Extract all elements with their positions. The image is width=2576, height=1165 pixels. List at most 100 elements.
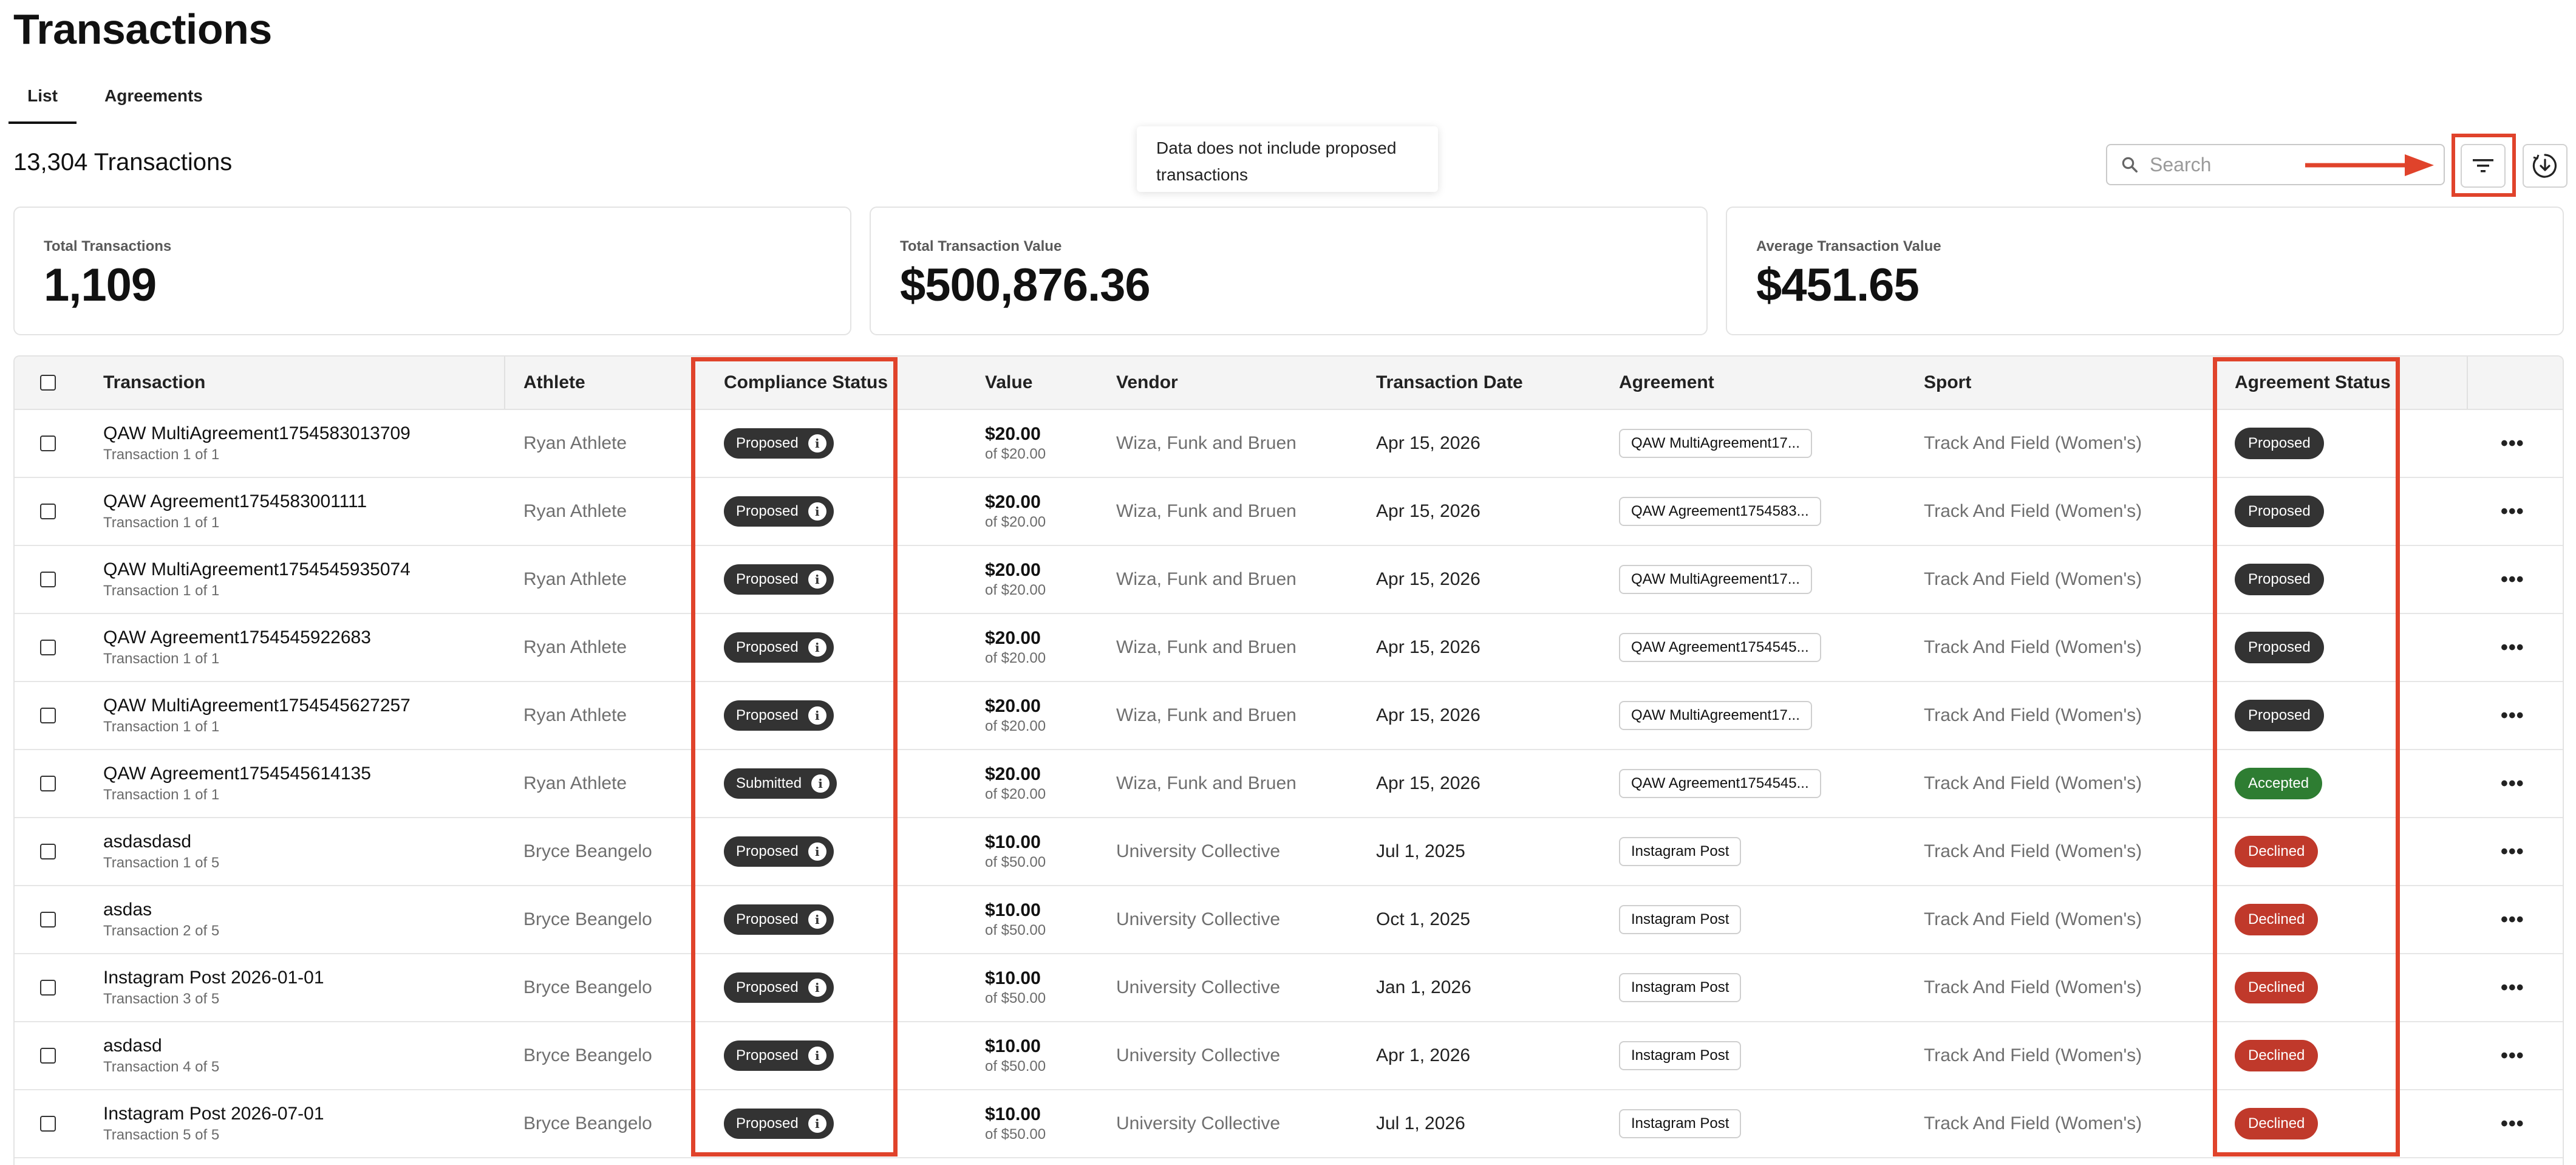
sport-name: Track And Field (Women's) <box>1924 773 2142 793</box>
transaction-name[interactable]: asdas <box>103 900 219 920</box>
agreement-chip[interactable]: Instagram Post <box>1619 973 1742 1002</box>
transaction-name[interactable]: QAW Agreement1754545614135 <box>103 764 371 784</box>
tab-agreements[interactable]: Agreements <box>85 86 222 124</box>
info-icon[interactable]: i <box>808 1115 826 1133</box>
info-icon[interactable]: i <box>808 910 826 929</box>
transaction-name[interactable]: asdasdasd <box>103 832 219 852</box>
more-actions-icon[interactable]: ••• <box>2501 772 2524 796</box>
row-checkbox[interactable] <box>40 504 56 519</box>
agreement-status-badge: Proposed <box>2235 632 2324 663</box>
athlete-cell: Bryce Beangelo <box>523 818 652 885</box>
table-row[interactable]: QAW Agreement1754583001111 Transaction 1 … <box>15 478 2563 546</box>
row-checkbox[interactable] <box>40 436 56 451</box>
info-icon[interactable]: i <box>808 434 826 453</box>
more-actions-icon[interactable]: ••• <box>2501 704 2524 728</box>
more-actions-icon[interactable]: ••• <box>2501 432 2524 456</box>
transaction-name[interactable]: QAW Agreement1754545922683 <box>103 627 371 648</box>
table-row[interactable]: Instagram Post 2026-01-01 Transaction 3 o… <box>15 954 2563 1022</box>
athlete-name: Ryan Athlete <box>523 569 627 589</box>
agreement-chip[interactable]: QAW MultiAgreement17... <box>1619 701 1812 730</box>
header-transaction-date[interactable]: Transaction Date <box>1376 357 1523 409</box>
header-agreement[interactable]: Agreement <box>1619 357 1714 409</box>
table-row[interactable]: asdasdasd Transaction 1 of 5 Bryce Beangel… <box>15 818 2563 886</box>
table-row[interactable]: QAW Agreement1754545922683 Transaction 1 … <box>15 614 2563 682</box>
row-checkbox[interactable] <box>40 572 56 587</box>
select-all-checkbox[interactable] <box>40 375 56 391</box>
table-header: Transaction Athlete Compliance Status Va… <box>15 357 2563 410</box>
info-icon[interactable]: i <box>808 842 826 861</box>
header-agreement-status[interactable]: Agreement Status <box>2235 357 2391 409</box>
row-checkbox[interactable] <box>40 1048 56 1064</box>
more-actions-icon[interactable]: ••• <box>2501 636 2524 660</box>
more-actions-icon[interactable]: ••• <box>2501 1112 2524 1136</box>
more-actions-icon[interactable]: ••• <box>2501 500 2524 524</box>
download-icon <box>2532 154 2557 178</box>
transaction-name[interactable]: QAW MultiAgreement1754545627257 <box>103 695 411 716</box>
row-checkbox[interactable] <box>40 980 56 996</box>
info-icon[interactable]: i <box>811 774 830 793</box>
transaction-name[interactable]: Instagram Post 2026-01-01 <box>103 968 324 988</box>
transaction-name[interactable]: asdasd <box>103 1036 219 1056</box>
row-checkbox[interactable] <box>40 844 56 859</box>
info-icon[interactable]: i <box>808 706 826 725</box>
agreement-chip[interactable]: QAW Agreement1754545... <box>1619 633 1821 662</box>
table-row[interactable]: QAW MultiAgreement1754583013709 Transacti… <box>15 410 2563 478</box>
actions-cell: ••• <box>2501 682 2524 749</box>
transaction-value: $20.00 <box>985 492 1041 512</box>
tab-list[interactable]: List <box>9 86 77 124</box>
header-sport[interactable]: Sport <box>1924 357 1971 409</box>
row-checkbox[interactable] <box>40 708 56 723</box>
vendor-cell: Wiza, Funk and Bruen <box>1116 546 1297 613</box>
more-actions-icon[interactable]: ••• <box>2501 568 2524 592</box>
agreement-chip[interactable]: Instagram Post <box>1619 1109 1742 1138</box>
agreement-chip[interactable]: Instagram Post <box>1619 1041 1742 1070</box>
agreement-chip[interactable]: Instagram Post <box>1619 905 1742 934</box>
table-row[interactable]: QAW Agreement1754545614135 Transaction 1 … <box>15 750 2563 818</box>
transaction-total-value: of $20.00 <box>985 786 1046 802</box>
export-button[interactable] <box>2523 144 2567 188</box>
sport-cell: Track And Field (Women's) <box>1924 410 2142 477</box>
sport-cell: Track And Field (Women's) <box>1924 954 2142 1021</box>
more-actions-icon[interactable]: ••• <box>2501 1044 2524 1068</box>
agreement-status-cell: Proposed <box>2235 546 2324 613</box>
row-checkbox[interactable] <box>40 912 56 928</box>
agreement-chip[interactable]: QAW Agreement1754583... <box>1619 497 1821 526</box>
agreement-chip[interactable]: QAW MultiAgreement17... <box>1619 565 1812 594</box>
header-vendor[interactable]: Vendor <box>1116 357 1178 409</box>
transaction-name[interactable]: QAW Agreement1754583001111 <box>103 491 367 512</box>
header-athlete[interactable]: Athlete <box>523 357 585 409</box>
compliance-status-label: Proposed <box>736 911 799 928</box>
athlete-cell: Ryan Athlete <box>523 614 627 681</box>
info-icon[interactable]: i <box>808 1047 826 1065</box>
agreement-chip[interactable]: QAW Agreement1754545... <box>1619 769 1821 798</box>
transaction-name[interactable]: QAW MultiAgreement1754545935074 <box>103 559 411 580</box>
table-row[interactable]: QAW MultiAgreement1754545627257 Transacti… <box>15 682 2563 750</box>
transaction-value: $20.00 <box>985 696 1041 716</box>
header-transaction[interactable]: Transaction <box>103 357 205 409</box>
more-actions-icon[interactable]: ••• <box>2501 908 2524 932</box>
row-checkbox[interactable] <box>40 1116 56 1132</box>
transaction-name[interactable]: Instagram Post 2026-07-01 <box>103 1104 324 1124</box>
more-actions-icon[interactable]: ••• <box>2501 840 2524 864</box>
table-row[interactable]: QAW MultiAgreement1754545935074 Transacti… <box>15 546 2563 614</box>
table-row[interactable]: asdas Transaction 2 of 5 Bryce Beangelo Pro… <box>15 886 2563 954</box>
info-icon[interactable]: i <box>808 638 826 657</box>
row-checkbox[interactable] <box>40 640 56 655</box>
transaction-name[interactable]: QAW MultiAgreement1754583013709 <box>103 423 411 444</box>
agreement-chip[interactable]: Instagram Post <box>1619 837 1742 866</box>
filter-button[interactable] <box>2461 144 2506 188</box>
row-checkbox[interactable] <box>40 776 56 791</box>
table-row[interactable]: Instagram Post 2026-07-01 Transaction 5 o… <box>15 1090 2563 1158</box>
value-cell: $10.00 of $50.00 <box>985 1090 1046 1157</box>
transaction-date: Apr 15, 2026 <box>1376 637 1481 657</box>
agreement-chip[interactable]: QAW MultiAgreement17... <box>1619 429 1812 458</box>
table-row[interactable]: asdasd Transaction 4 of 5 Bryce Beangelo Pr… <box>15 1022 2563 1090</box>
actions-cell: ••• <box>2501 1090 2524 1157</box>
info-icon[interactable]: i <box>808 979 826 997</box>
info-icon[interactable]: i <box>808 502 826 521</box>
transaction-cell: Instagram Post 2026-01-01 Transaction 3 o… <box>103 954 324 1021</box>
header-value[interactable]: Value <box>985 357 1032 409</box>
info-icon[interactable]: i <box>808 570 826 589</box>
more-actions-icon[interactable]: ••• <box>2501 976 2524 1000</box>
header-compliance-status[interactable]: Compliance Status <box>724 357 888 409</box>
